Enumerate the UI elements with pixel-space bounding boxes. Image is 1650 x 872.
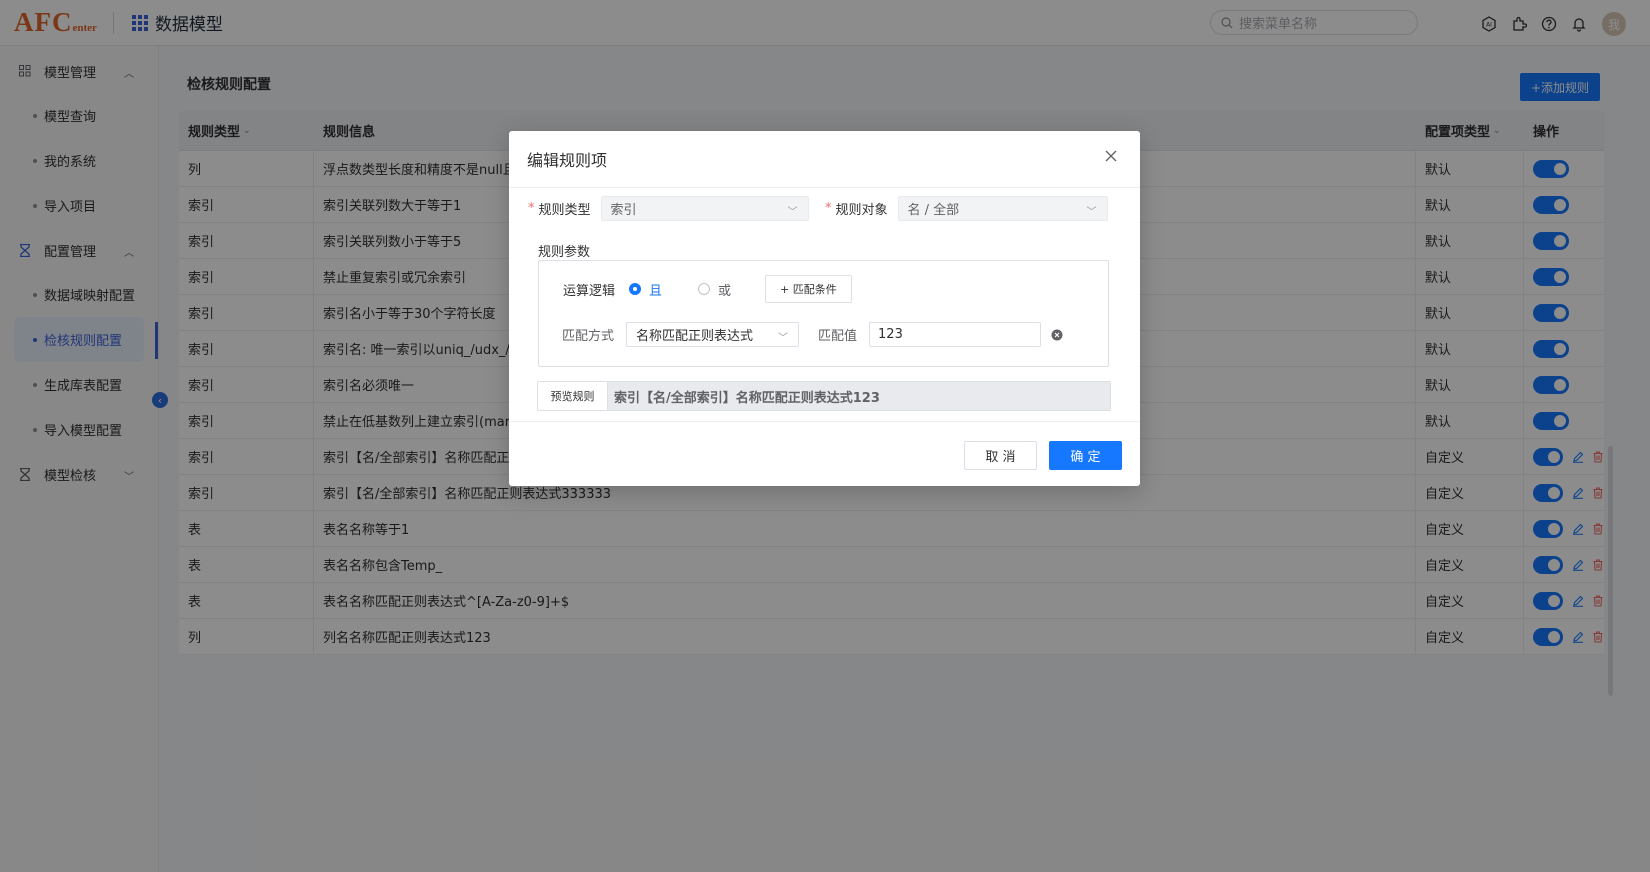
match-row: 匹配方式 名称匹配正则表达式 ﹀ 匹配值 123 — [562, 322, 1063, 347]
logic-and-radio[interactable]: 且 — [629, 280, 662, 299]
logic-or-radio[interactable]: 或 — [698, 280, 731, 299]
chevron-down-icon: ﹀ — [778, 333, 789, 344]
chevron-down-icon: ﹀ — [787, 207, 798, 218]
preview-bar: 预览规则 索引【名/全部索引】名称匹配正则表达式123 — [537, 381, 1111, 411]
rule-type-select[interactable]: 索引 ﹀ — [600, 196, 809, 221]
match-mode-select[interactable]: 名称匹配正则表达式 ﹀ — [626, 322, 800, 347]
dialog-footer-divider — [509, 421, 1140, 422]
rule-object-select[interactable]: 名 / 全部 ﹀ — [897, 196, 1108, 221]
match-mode-label: 匹配方式 — [562, 329, 615, 344]
logic-label: 运算逻辑 — [563, 283, 616, 299]
rule-type-row: * 规则类型 索引 ﹀ — [528, 196, 809, 221]
confirm-button[interactable]: 确 定 — [1049, 441, 1122, 470]
add-condition-button[interactable]: + 匹配条件 — [765, 275, 852, 303]
dialog-title: 编辑规则项 — [527, 151, 608, 170]
preview-rule-button[interactable]: 预览规则 — [538, 382, 608, 410]
logic-row: 运算逻辑 且 或 + 匹配条件 — [563, 275, 852, 303]
match-value-label: 匹配值 — [818, 329, 858, 344]
rule-params-label: 规则参数 — [538, 245, 591, 260]
remove-condition-icon[interactable] — [1051, 329, 1063, 341]
chevron-down-icon: ﹀ — [1086, 207, 1097, 218]
match-value-input[interactable]: 123 — [869, 322, 1042, 347]
rule-type-label: 规则类型 — [538, 203, 591, 218]
rule-params-box: 运算逻辑 且 或 + 匹配条件 匹配方式 名称匹配正则表达式 ﹀ 匹配值 123 — [538, 260, 1109, 367]
preview-rule-text: 索引【名/全部索引】名称匹配正则表达式123 — [614, 390, 880, 406]
close-icon[interactable] — [1102, 147, 1120, 165]
dialog-header: 编辑规则项 — [509, 131, 1140, 188]
rule-object-row: * 规则对象 名 / 全部 ﹀ — [825, 196, 1108, 221]
cancel-button[interactable]: 取 消 — [964, 441, 1037, 470]
edit-rule-dialog: 编辑规则项 * 规则类型 索引 ﹀ * 规则对象 名 / 全部 ﹀ 规则参数 运… — [509, 131, 1140, 486]
rule-object-label: 规则对象 — [835, 203, 888, 218]
